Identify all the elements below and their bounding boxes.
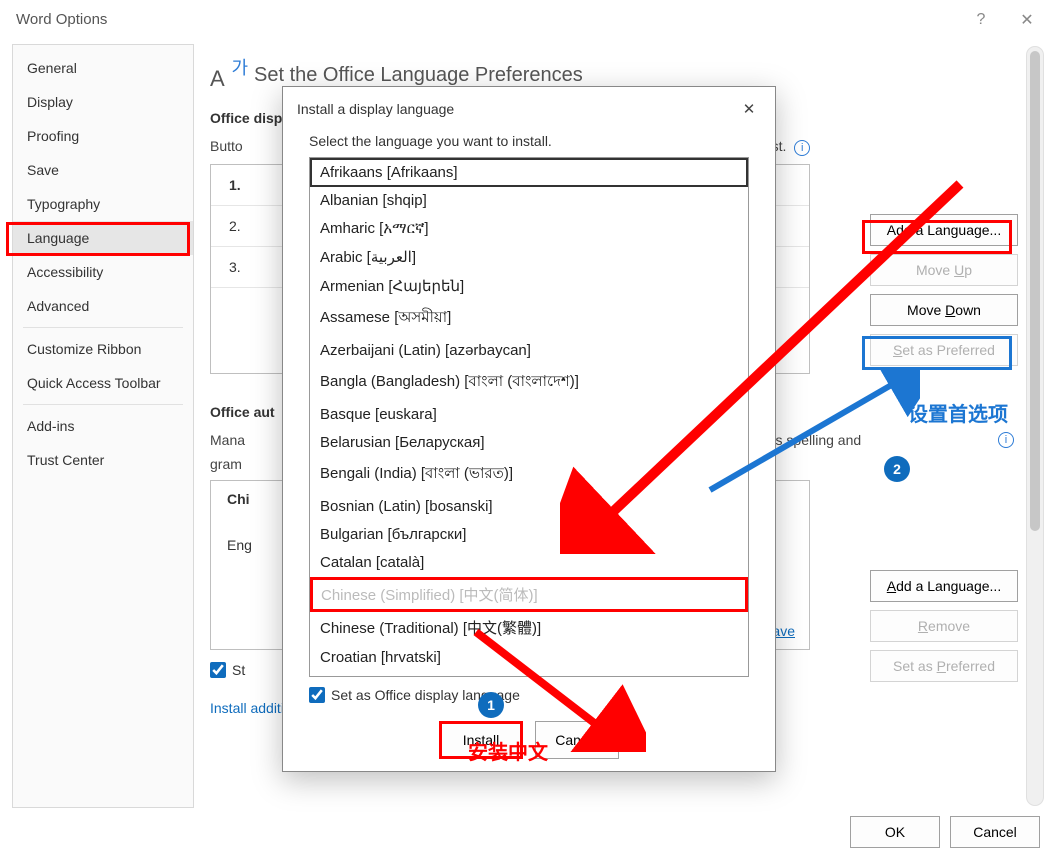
let-me-know-label: St bbox=[232, 662, 245, 678]
sidebar-item-advanced[interactable]: Advanced bbox=[13, 289, 193, 323]
ok-button[interactable]: OK bbox=[850, 816, 940, 848]
sidebar-item-general[interactable]: General bbox=[13, 51, 193, 85]
sidebar-item-add-ins[interactable]: Add-ins bbox=[13, 409, 193, 443]
language-heading-icon: A가 bbox=[210, 58, 244, 92]
cancel-button[interactable]: Cancel bbox=[950, 816, 1040, 848]
sidebar-divider bbox=[23, 327, 183, 328]
language-option[interactable]: Bangla (Bangladesh) [বাংলা (বাংলাদেশ)] bbox=[310, 365, 748, 401]
help-button[interactable]: ? bbox=[958, 0, 1004, 40]
annotation-number-1: 1 bbox=[478, 692, 504, 718]
language-option[interactable]: Assamese [অসমীয়া] bbox=[310, 301, 748, 337]
dialog-cancel-button[interactable]: Cancel bbox=[535, 721, 619, 759]
language-option[interactable]: Afrikaans [Afrikaans] bbox=[310, 158, 748, 187]
annotation-sidebar-language-highlight bbox=[6, 222, 190, 256]
language-listbox[interactable]: Afrikaans [Afrikaans]Albanian [shqip]Amh… bbox=[309, 157, 749, 677]
word-options-window: Word Options ? ✕ General Display Proofin… bbox=[0, 0, 1050, 856]
language-option[interactable]: Croatian [hrvatski] bbox=[310, 644, 748, 672]
sidebar-divider bbox=[23, 404, 183, 405]
move-down-button[interactable]: Move Down bbox=[870, 294, 1018, 326]
sidebar: General Display Proofing Save Typography… bbox=[12, 44, 194, 808]
page-heading: Set the Office Language Preferences bbox=[254, 64, 583, 87]
language-option[interactable]: Chinese (Traditional) [中文(繁體)] bbox=[310, 612, 748, 644]
language-option[interactable]: Chinese (Simplified) [中文(简体)] bbox=[310, 577, 748, 612]
let-me-know-checkbox[interactable] bbox=[210, 662, 226, 678]
dialog-instruction: Select the language you want to install. bbox=[309, 133, 749, 149]
set-as-display-checkbox[interactable] bbox=[309, 687, 325, 703]
language-option[interactable]: Bengali (India) [বাংলা (ভারত)] bbox=[310, 457, 748, 493]
sidebar-item-quick-access-toolbar[interactable]: Quick Access Toolbar bbox=[13, 366, 193, 400]
language-option[interactable]: Bulgarian [български] bbox=[310, 521, 748, 549]
scrollbar-thumb[interactable] bbox=[1030, 51, 1040, 531]
sidebar-item-accessibility[interactable]: Accessibility bbox=[13, 255, 193, 289]
sidebar-item-save[interactable]: Save bbox=[13, 153, 193, 187]
language-option[interactable]: Belarusian [Беларуская] bbox=[310, 429, 748, 457]
sidebar-item-typography[interactable]: Typography bbox=[13, 187, 193, 221]
move-up-button[interactable]: Move Up bbox=[870, 254, 1018, 286]
annotation-add-language-highlight bbox=[862, 220, 1012, 254]
dialog-close-button[interactable]: ✕ bbox=[737, 97, 761, 121]
titlebar: Word Options ? ✕ bbox=[0, 0, 1050, 40]
dialog-title: Install a display language bbox=[297, 101, 454, 117]
install-button[interactable]: Install bbox=[439, 721, 523, 759]
remove-authoring-language-button[interactable]: Remove bbox=[870, 610, 1018, 642]
set-authoring-preferred-button[interactable]: Set as Preferred bbox=[870, 650, 1018, 682]
language-option[interactable]: Basque [euskara] bbox=[310, 401, 748, 429]
content-scrollbar[interactable] bbox=[1026, 46, 1044, 806]
language-option[interactable]: Albanian [shqip] bbox=[310, 187, 748, 215]
info-icon[interactable]: i bbox=[794, 140, 810, 156]
language-option[interactable]: Bosnian (Latin) [bosanski] bbox=[310, 493, 748, 521]
language-option[interactable]: Czech [čeština] bbox=[310, 672, 748, 677]
language-option[interactable]: Catalan [català] bbox=[310, 549, 748, 577]
info-icon[interactable]: i bbox=[998, 432, 1014, 448]
sidebar-item-proofing[interactable]: Proofing bbox=[13, 119, 193, 153]
install-language-dialog: Install a display language ✕ Select the … bbox=[282, 86, 776, 772]
sidebar-item-trust-center[interactable]: Trust Center bbox=[13, 443, 193, 477]
language-option[interactable]: Arabic [العربية] bbox=[310, 243, 748, 272]
close-button[interactable]: ✕ bbox=[1004, 0, 1050, 40]
language-option[interactable]: Amharic [አማርኛ] bbox=[310, 215, 748, 243]
language-option[interactable]: Armenian [Հայերեն] bbox=[310, 272, 748, 301]
sidebar-item-display[interactable]: Display bbox=[13, 85, 193, 119]
annotation-set-preferred-highlight bbox=[862, 336, 1012, 370]
annotation-number-2: 2 bbox=[884, 456, 910, 482]
window-title: Word Options bbox=[16, 11, 107, 28]
language-option[interactable]: Azerbaijani (Latin) [azərbaycan] bbox=[310, 337, 748, 365]
add-authoring-language-button[interactable]: Add a Language... bbox=[870, 570, 1018, 602]
sidebar-item-customize-ribbon[interactable]: Customize Ribbon bbox=[13, 332, 193, 366]
